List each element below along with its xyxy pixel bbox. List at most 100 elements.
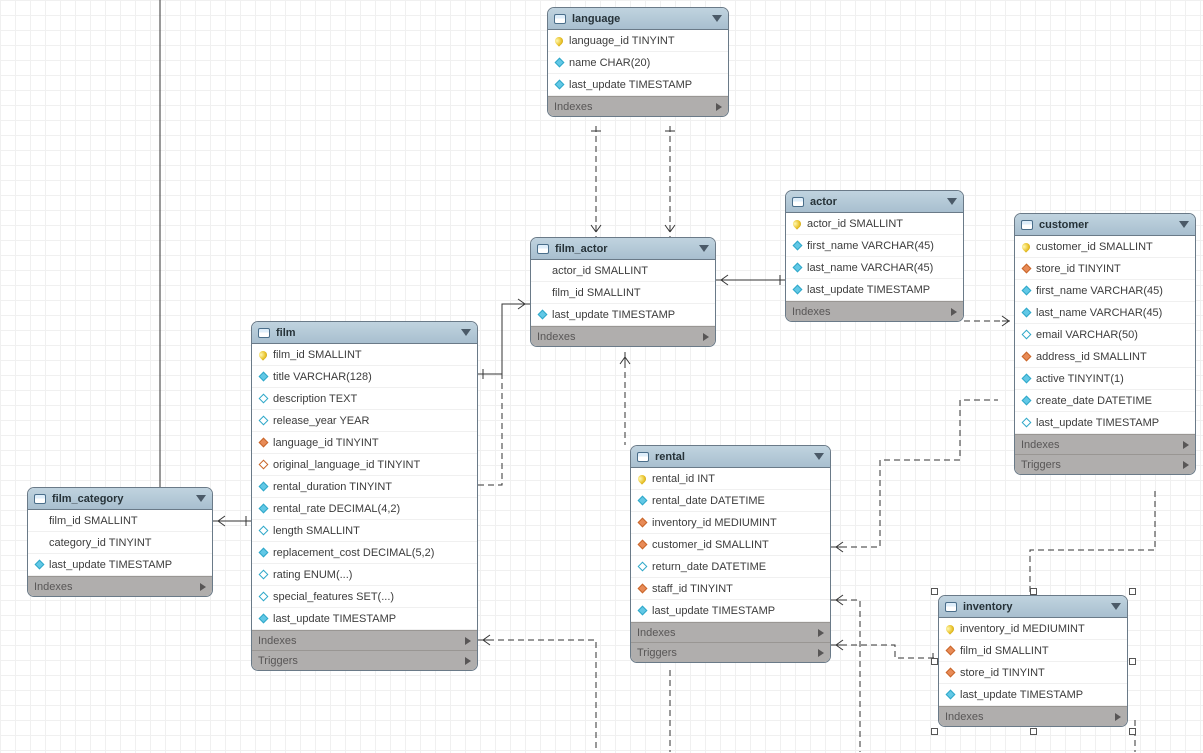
table-header[interactable]: inventory — [939, 596, 1127, 618]
column-row[interactable]: address_id SMALLINT — [1015, 346, 1195, 368]
table-header[interactable]: film_actor — [531, 238, 715, 260]
column-row[interactable]: store_id TINYINT — [939, 662, 1127, 684]
column-row[interactable]: last_update TIMESTAMP — [252, 608, 477, 630]
column-row[interactable]: return_date DATETIME — [631, 556, 830, 578]
section-indexes[interactable]: Indexes — [28, 576, 212, 596]
column-text: first_name VARCHAR(45) — [807, 240, 934, 252]
column-row[interactable]: original_language_id TINYINT — [252, 454, 477, 476]
column-row[interactable]: rental_id INT — [631, 468, 830, 490]
attr-icon — [259, 372, 269, 382]
section-triggers[interactable]: Triggers — [631, 642, 830, 662]
table-icon — [537, 244, 549, 254]
chevron-right-icon — [465, 657, 471, 665]
fk-icon — [946, 668, 956, 678]
table-header[interactable]: film_category — [28, 488, 212, 510]
resize-handle[interactable] — [1030, 588, 1037, 595]
column-row[interactable]: last_update TIMESTAMP — [1015, 412, 1195, 434]
column-row[interactable]: rating ENUM(...) — [252, 564, 477, 586]
collapse-icon[interactable] — [196, 495, 206, 502]
column-row[interactable]: actor_id SMALLINT — [531, 260, 715, 282]
resize-handle[interactable] — [1129, 588, 1136, 595]
column-row[interactable]: email VARCHAR(50) — [1015, 324, 1195, 346]
column-row[interactable]: inventory_id MEDIUMINT — [939, 618, 1127, 640]
resize-handle[interactable] — [931, 658, 938, 665]
attr-icon — [638, 562, 648, 572]
section-indexes[interactable]: Indexes — [631, 622, 830, 642]
column-row[interactable]: customer_id SMALLINT — [631, 534, 830, 556]
column-row[interactable]: film_id SMALLINT — [28, 510, 212, 532]
resize-handle[interactable] — [1129, 728, 1136, 735]
column-row[interactable]: actor_id SMALLINT — [786, 213, 963, 235]
column-row[interactable]: create_date DATETIME — [1015, 390, 1195, 412]
column-row[interactable]: title VARCHAR(128) — [252, 366, 477, 388]
collapse-icon[interactable] — [461, 329, 471, 336]
column-text: create_date DATETIME — [1036, 395, 1152, 407]
resize-handle[interactable] — [1030, 728, 1037, 735]
section-indexes[interactable]: Indexes — [531, 326, 715, 346]
section-indexes[interactable]: Indexes — [939, 706, 1127, 726]
column-row[interactable]: staff_id TINYINT — [631, 578, 830, 600]
section-indexes[interactable]: Indexes — [548, 96, 728, 116]
column-row[interactable]: first_name VARCHAR(45) — [786, 235, 963, 257]
column-row[interactable]: category_id TINYINT — [28, 532, 212, 554]
column-row[interactable]: last_name VARCHAR(45) — [786, 257, 963, 279]
table-inventory[interactable]: inventoryinventory_id MEDIUMINTfilm_id S… — [938, 595, 1128, 727]
column-row[interactable]: active TINYINT(1) — [1015, 368, 1195, 390]
table-film[interactable]: filmfilm_id SMALLINTtitle VARCHAR(128)de… — [251, 321, 478, 671]
column-row[interactable]: last_update TIMESTAMP — [631, 600, 830, 622]
resize-handle[interactable] — [1129, 658, 1136, 665]
table-header[interactable]: actor — [786, 191, 963, 213]
column-row[interactable]: name CHAR(20) — [548, 52, 728, 74]
collapse-icon[interactable] — [1179, 221, 1189, 228]
column-text: name CHAR(20) — [569, 57, 650, 69]
collapse-icon[interactable] — [1111, 603, 1121, 610]
table-actor[interactable]: actoractor_id SMALLINT first_name VARCHAR… — [785, 190, 964, 322]
column-row[interactable]: store_id TINYINT — [1015, 258, 1195, 280]
chevron-right-icon — [818, 649, 824, 657]
table-header[interactable]: customer — [1015, 214, 1195, 236]
column-row[interactable]: language_id TINYINT — [548, 30, 728, 52]
table-language[interactable]: languagelanguage_id TINYINT name CHAR(20)… — [547, 7, 729, 117]
column-row[interactable]: last_update TIMESTAMP — [28, 554, 212, 576]
er-diagram-canvas[interactable]: languagelanguage_id TINYINTname CHAR(20)… — [0, 0, 1203, 753]
column-row[interactable]: rental_date DATETIME — [631, 490, 830, 512]
column-row[interactable]: last_update TIMESTAMP — [786, 279, 963, 301]
column-row[interactable]: film_id SMALLINT — [252, 344, 477, 366]
table-header[interactable]: film — [252, 322, 477, 344]
table-film_category[interactable]: film_categoryfilm_id SMALLINTcategory_id… — [27, 487, 213, 597]
column-row[interactable]: rental_rate DECIMAL(4,2) — [252, 498, 477, 520]
section-triggers[interactable]: Triggers — [252, 650, 477, 670]
table-customer[interactable]: customercustomer_id SMALLINTstore_id TIN… — [1014, 213, 1196, 475]
column-row[interactable]: special_features SET(...) — [252, 586, 477, 608]
column-row[interactable]: film_id SMALLINT — [531, 282, 715, 304]
section-indexes[interactable]: Indexes — [252, 630, 477, 650]
collapse-icon[interactable] — [947, 198, 957, 205]
column-row[interactable]: last_update TIMESTAMP — [939, 684, 1127, 706]
section-indexes[interactable]: Indexes — [786, 301, 963, 321]
column-row[interactable]: film_id SMALLINT — [939, 640, 1127, 662]
column-row[interactable]: length SMALLINT — [252, 520, 477, 542]
collapse-icon[interactable] — [814, 453, 824, 460]
table-rental[interactable]: rentalrental_id INTrental_date DATETIMEi… — [630, 445, 831, 663]
resize-handle[interactable] — [931, 728, 938, 735]
collapse-icon[interactable] — [699, 245, 709, 252]
chevron-right-icon — [465, 637, 471, 645]
column-row[interactable]: description TEXT — [252, 388, 477, 410]
column-row[interactable]: first_name VARCHAR(45) — [1015, 280, 1195, 302]
column-row[interactable]: inventory_id MEDIUMINT — [631, 512, 830, 534]
table-header[interactable]: language — [548, 8, 728, 30]
table-header[interactable]: rental — [631, 446, 830, 468]
column-row[interactable]: language_id TINYINT — [252, 432, 477, 454]
column-row[interactable]: last_update TIMESTAMP — [548, 74, 728, 96]
table-film_actor[interactable]: film_actoractor_id SMALLINTfilm_id SMALL… — [530, 237, 716, 347]
column-row[interactable]: last_update TIMESTAMP — [531, 304, 715, 326]
section-indexes[interactable]: Indexes — [1015, 434, 1195, 454]
column-row[interactable]: replacement_cost DECIMAL(5,2) — [252, 542, 477, 564]
section-triggers[interactable]: Triggers — [1015, 454, 1195, 474]
column-row[interactable]: release_year YEAR — [252, 410, 477, 432]
column-row[interactable]: rental_duration TINYINT — [252, 476, 477, 498]
column-row[interactable]: customer_id SMALLINT — [1015, 236, 1195, 258]
collapse-icon[interactable] — [712, 15, 722, 22]
resize-handle[interactable] — [931, 588, 938, 595]
column-row[interactable]: last_name VARCHAR(45) — [1015, 302, 1195, 324]
